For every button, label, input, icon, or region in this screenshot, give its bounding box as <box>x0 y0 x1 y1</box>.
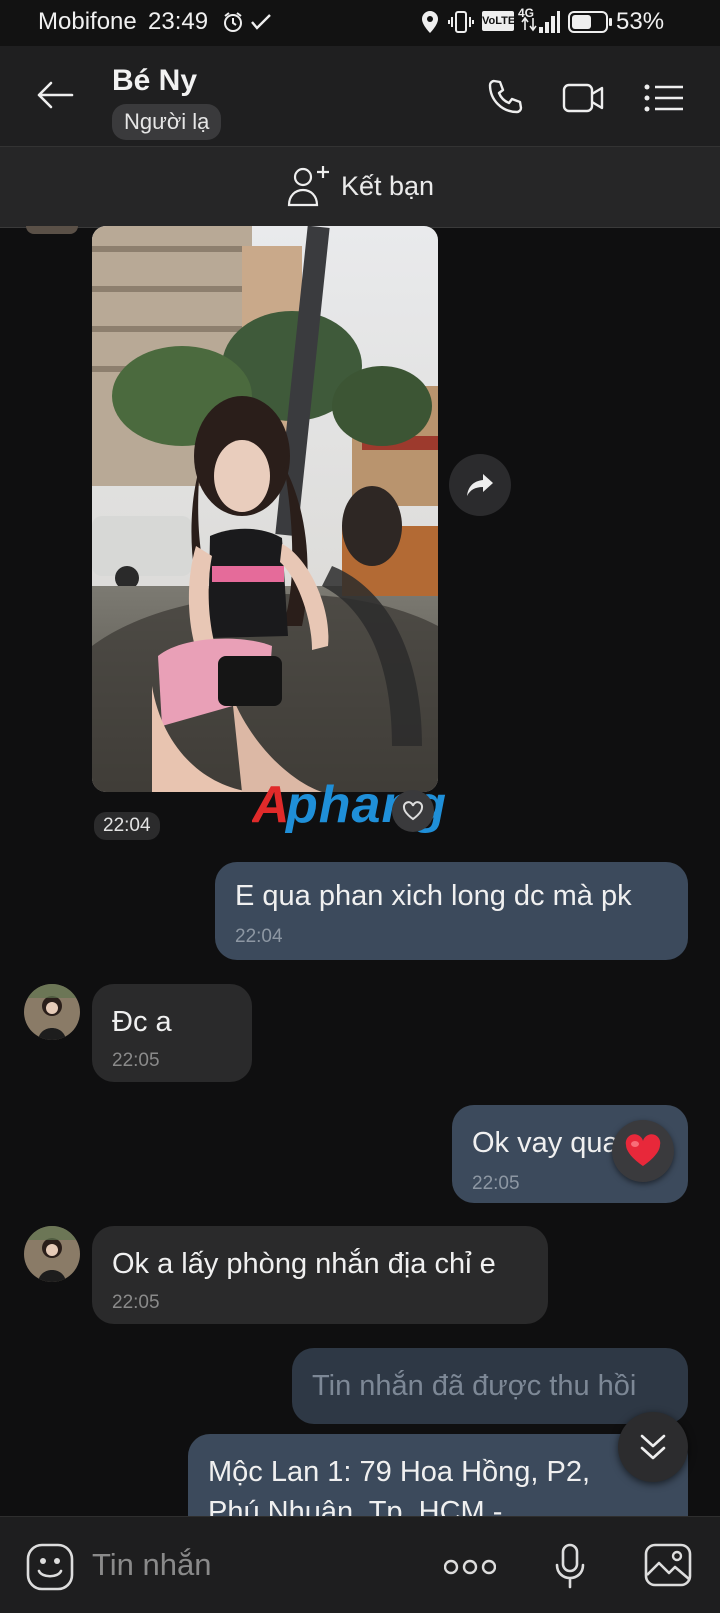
vibrate-icon <box>448 10 474 34</box>
share-arrow-icon <box>465 472 495 498</box>
message-time: 22:04 <box>235 926 283 947</box>
message-input-bar: Tin nhắn <box>0 1516 720 1613</box>
message-text-line2: Phú Nhuận, Tp. HCM - <box>208 1496 503 1516</box>
status-bar: Mobifone 23:49 VoLTE 4G 53% <box>0 0 720 46</box>
react-button[interactable] <box>392 790 434 832</box>
heart-outline-icon <box>402 801 424 821</box>
check-icon <box>250 13 274 31</box>
heart-icon <box>624 1134 662 1168</box>
message-time: 22:05 <box>472 1173 520 1194</box>
share-button[interactable] <box>449 454 511 516</box>
volte-badge: VoLTE <box>482 11 515 31</box>
add-friend-bar[interactable]: Kết bạn <box>0 146 720 228</box>
watermark: A phang <box>252 776 472 836</box>
gallery-icon[interactable] <box>644 1543 692 1587</box>
contact-avatar[interactable] <box>24 1226 80 1282</box>
message-bubble-incoming[interactable]: Đc a 22:05 <box>92 984 252 1082</box>
heart-reaction[interactable] <box>612 1120 674 1182</box>
clock: 23:49 <box>148 8 209 35</box>
contact-avatar[interactable] <box>24 984 80 1040</box>
message-text: E qua phan xich long dc mà pk <box>235 880 632 912</box>
phone-icon[interactable] <box>486 78 524 116</box>
message-time: 22:04 <box>94 812 160 840</box>
double-chevron-down-icon <box>639 1432 667 1462</box>
alarm-icon <box>222 11 244 33</box>
signal-icon <box>520 9 560 35</box>
message-bubble-incoming[interactable]: Ok a lấy phòng nhắn địa chỉ e 22:05 <box>92 1226 548 1324</box>
message-bubble-outgoing[interactable]: E qua phan xich long dc mà pk 22:04 <box>215 862 688 960</box>
add-friend-label: Kết bạn <box>341 171 435 201</box>
message-text: Đc a <box>112 1006 172 1038</box>
recalled-message[interactable]: Tin nhắn đã được thu hồi <box>292 1348 688 1424</box>
location-icon <box>420 10 440 34</box>
recalled-text: Tin nhắn đã được thu hồi <box>312 1370 637 1402</box>
scroll-down-button[interactable] <box>618 1412 688 1482</box>
back-arrow-icon[interactable] <box>36 80 74 110</box>
avatar <box>26 226 78 234</box>
message-time: 22:05 <box>112 1050 160 1071</box>
svg-text:A: A <box>252 776 291 834</box>
microphone-icon[interactable] <box>554 1543 586 1589</box>
message-bubble-outgoing[interactable]: Mộc Lan 1: 79 Hoa Hồng, P2, Phú Nhuận, T… <box>188 1434 688 1516</box>
message-time: 22:05 <box>112 1292 160 1313</box>
menu-list-icon[interactable] <box>644 84 684 112</box>
stranger-badge: Người lạ <box>112 104 222 140</box>
message-input[interactable]: Tin nhắn <box>92 1547 212 1583</box>
message-text: Ok a lấy phòng nhắn địa chỉ e <box>112 1248 496 1280</box>
contact-name[interactable]: Bé Ny <box>112 64 197 98</box>
add-friend-icon <box>287 165 331 207</box>
battery-icon <box>568 11 612 33</box>
carrier-label: Mobifone <box>38 8 137 35</box>
battery-percent: 53% <box>616 8 665 35</box>
chat-header: Bé Ny Người lạ <box>0 46 720 146</box>
video-call-icon[interactable] <box>562 82 604 114</box>
more-options-icon[interactable] <box>444 1559 496 1575</box>
message-text: Mộc Lan 1: 79 Hoa Hồng, P2, <box>208 1456 591 1488</box>
shared-photo[interactable] <box>92 226 438 792</box>
emoji-icon[interactable] <box>26 1543 74 1591</box>
